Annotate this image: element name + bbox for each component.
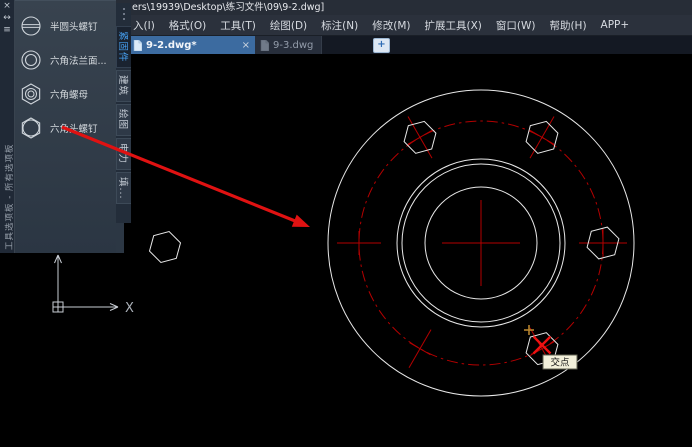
menu-item-draw[interactable]: 绘图(D) (263, 18, 314, 33)
doc-tab-label: 9-3.dwg (273, 40, 313, 51)
palette-item-label: 六角头螺钉 (50, 121, 98, 135)
palette-body: 半圆头螺钉 六角法兰面... 六角螺母 六角头螺钉 (15, 0, 116, 253)
hex-bolt (404, 121, 436, 153)
flange-circle (397, 159, 565, 327)
menu-item-help[interactable]: 帮助(H) (542, 18, 593, 33)
hex-flange-icon (19, 48, 43, 72)
round-head-screw-icon (19, 14, 43, 38)
palette-tab-electric[interactable]: 电力 (116, 138, 131, 170)
close-icon[interactable]: × (3, 1, 11, 11)
palette-item-label: 半圆头螺钉 (50, 19, 98, 33)
flange-circle (402, 164, 560, 322)
menu-item-insert[interactable]: 入(I) (126, 18, 162, 33)
palette-item-hex-flange[interactable]: 六角法兰面... (19, 45, 113, 75)
snap-intersection-marker (534, 337, 551, 354)
palette-item-label: 六角法兰面... (50, 53, 107, 67)
flange-circle (328, 90, 634, 396)
palette-title-strip[interactable]: × ↔ ≡ 工具选项板 - 所有选项板 (0, 0, 15, 253)
hole-centerline (409, 330, 431, 368)
palette-item-round-head-screw[interactable]: 半圆头螺钉 (19, 11, 113, 41)
palette-title: 工具选项板 - 所有选项板 (3, 144, 15, 250)
palette-tab-strip: 紧固件 建筑 绘图 电力 填... (116, 3, 131, 223)
menu-item-tools[interactable]: 工具(T) (213, 18, 263, 33)
snap-tooltip-label: 交点 (550, 357, 570, 369)
annotation-arrow-head (292, 215, 310, 227)
menu-item-app[interactable]: APP+ (594, 19, 637, 31)
properties-icon[interactable]: ≡ (3, 25, 11, 35)
hole-centerline (530, 342, 554, 356)
hole-centerline (408, 130, 432, 144)
hex-bolt (526, 333, 558, 365)
palette-item-label: 六角螺母 (50, 87, 88, 101)
hole-centerline (530, 117, 554, 159)
hex-bolt-icon (19, 116, 43, 140)
palette-tab-fill[interactable]: 填... (116, 172, 131, 204)
close-tab-icon[interactable]: × (242, 40, 250, 51)
hole-centerline (530, 130, 554, 144)
menu-item-window[interactable]: 窗口(W) (489, 18, 543, 33)
hex-bolt (526, 121, 558, 153)
palette-tab-architecture[interactable]: 建筑 (116, 70, 131, 102)
document-icon (260, 40, 269, 51)
menu-item-format[interactable]: 格式(O) (162, 18, 213, 33)
hex-bolt-preview (150, 232, 181, 263)
flange-circle (425, 187, 537, 299)
hex-nut-icon (19, 82, 43, 106)
menu-item-dimension[interactable]: 标注(N) (314, 18, 365, 33)
menu-item-express-tools[interactable]: 扩展工具(X) (417, 18, 488, 33)
doc-tab-9-2[interactable]: 9-2.dwg* × (128, 36, 255, 54)
snap-intersection-marker (534, 337, 551, 354)
ucs-icon: X (53, 255, 134, 316)
hole-centerline (410, 343, 431, 355)
palette-tab-fasteners[interactable]: 紧固件 (116, 26, 131, 68)
palette-step (116, 223, 124, 253)
document-icon (133, 40, 142, 51)
doc-tab-9-3[interactable]: 9-3.dwg (255, 36, 322, 54)
ucs-x-label: X (125, 301, 134, 316)
autohide-icon[interactable]: ↔ (3, 13, 11, 23)
palette-item-hex-nut[interactable]: 六角螺母 (19, 79, 113, 109)
snap-tooltip (543, 355, 577, 369)
hole-centerline (408, 117, 432, 159)
palette-grip-handle[interactable] (116, 3, 131, 26)
tool-palette: × ↔ ≡ 工具选项板 - 所有选项板 半圆头螺钉 六角法兰面... (0, 0, 131, 253)
palette-tab-drawing[interactable]: 绘图 (116, 104, 131, 136)
bolt-circle-centerline (359, 121, 603, 365)
palette-item-hex-bolt[interactable]: 六角头螺钉 (19, 113, 113, 143)
window-title: ers\19939\Desktop\练习文件\09\9-2.dwg] (132, 2, 324, 13)
hex-bolt (587, 227, 619, 259)
new-tab-button[interactable]: + (373, 38, 390, 53)
menu-item-modify[interactable]: 修改(M) (365, 18, 417, 33)
doc-tab-label: 9-2.dwg* (146, 40, 197, 51)
hole-centerline (530, 328, 554, 370)
